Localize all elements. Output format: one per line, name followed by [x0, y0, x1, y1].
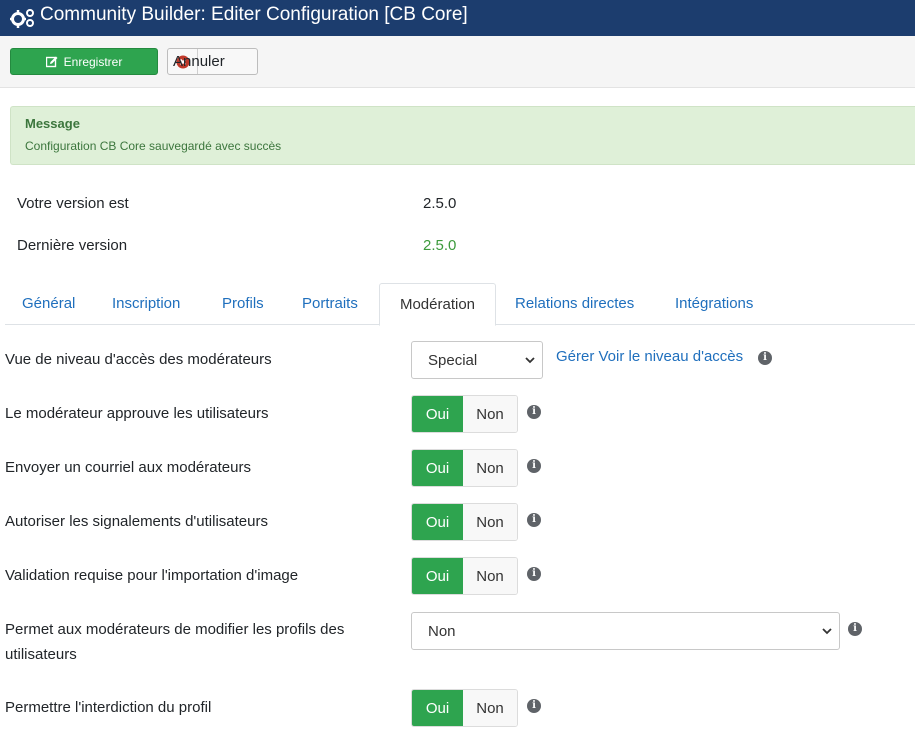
- tab-general[interactable]: Général: [22, 283, 75, 325]
- cancel-button[interactable]: Annuler: [167, 48, 258, 75]
- tab-integrations[interactable]: Intégrations: [675, 283, 753, 325]
- latest-version-value: 2.5.0: [423, 237, 457, 254]
- toolbar: Enregistrer Annuler: [0, 36, 915, 88]
- edit-profiles-label-line2: utilisateurs: [5, 646, 77, 663]
- approve-users-yes[interactable]: Oui: [412, 396, 463, 432]
- info-icon[interactable]: i: [527, 405, 541, 419]
- profile-ban-label: Permettre l'interdiction du profil: [5, 699, 212, 716]
- moderator-access-select[interactable]: Special: [411, 341, 543, 379]
- profile-ban-yes[interactable]: Oui: [412, 690, 463, 726]
- save-button[interactable]: Enregistrer: [10, 48, 158, 75]
- allow-reports-label: Autoriser les signalements d'utilisateur…: [5, 513, 268, 530]
- page-header: Community Builder: Editer Configuration …: [0, 0, 915, 36]
- image-validation-yes[interactable]: Oui: [412, 558, 463, 594]
- latest-version-label: Dernière version: [17, 237, 128, 254]
- info-icon[interactable]: i: [848, 622, 862, 636]
- email-moderators-label: Envoyer un courriel aux modérateurs: [5, 459, 251, 476]
- image-validation-no[interactable]: Non: [463, 558, 517, 594]
- moderator-access-label: Vue de niveau d'accès des modérateurs: [5, 351, 272, 368]
- info-icon[interactable]: i: [527, 699, 541, 713]
- tab-registration[interactable]: Inscription: [112, 283, 180, 325]
- approve-users-label: Le modérateur approuve les utilisateurs: [5, 405, 269, 422]
- email-moderators-yes[interactable]: Oui: [412, 450, 463, 486]
- chevron-down-icon: [822, 628, 832, 635]
- success-message: Message Configuration CB Core sauvegardé…: [10, 106, 915, 165]
- current-version-label: Votre version est: [17, 195, 129, 212]
- email-moderators-toggle: Oui Non: [411, 449, 518, 487]
- info-icon[interactable]: i: [527, 513, 541, 527]
- info-icon[interactable]: i: [758, 351, 772, 365]
- page-title: Community Builder: Editer Configuration …: [40, 4, 468, 25]
- tab-portraits[interactable]: Portraits: [302, 283, 358, 325]
- allow-reports-toggle: Oui Non: [411, 503, 518, 541]
- save-button-label: Enregistrer: [63, 54, 123, 69]
- message-text: Configuration CB Core sauvegardé avec su…: [25, 139, 282, 153]
- profile-ban-toggle: Oui Non: [411, 689, 518, 727]
- chevron-down-icon: [525, 357, 535, 364]
- allow-reports-no[interactable]: Non: [463, 504, 517, 540]
- current-version-value: 2.5.0: [423, 195, 457, 212]
- image-validation-label: Validation requise pour l'importation d'…: [5, 567, 299, 584]
- tab-profiles[interactable]: Profils: [222, 283, 264, 325]
- info-icon[interactable]: i: [527, 459, 541, 473]
- cancel-button-label: Annuler: [173, 52, 225, 70]
- approve-users-no[interactable]: Non: [463, 396, 517, 432]
- profile-ban-no[interactable]: Non: [463, 690, 517, 726]
- edit-profiles-label-line1: Permet aux modérateurs de modifier les p…: [5, 621, 345, 638]
- edit-profiles-value: Non: [428, 622, 456, 640]
- email-moderators-no[interactable]: Non: [463, 450, 517, 486]
- moderator-access-value: Special: [428, 351, 478, 369]
- manage-access-level-link[interactable]: Gérer Voir le niveau d'accès: [556, 348, 743, 365]
- gears-icon: [10, 9, 34, 28]
- allow-reports-yes[interactable]: Oui: [412, 504, 463, 540]
- edit-icon: [45, 56, 58, 67]
- info-icon[interactable]: i: [527, 567, 541, 581]
- tab-bar: Général Inscription Profils Portraits Mo…: [5, 283, 915, 326]
- image-validation-toggle: Oui Non: [411, 557, 518, 595]
- tab-direct-relations[interactable]: Relations directes: [515, 283, 634, 325]
- tab-moderation[interactable]: Modération: [379, 283, 496, 326]
- message-heading: Message: [25, 116, 80, 131]
- edit-profiles-select[interactable]: Non: [411, 612, 840, 650]
- approve-users-toggle: Oui Non: [411, 395, 518, 433]
